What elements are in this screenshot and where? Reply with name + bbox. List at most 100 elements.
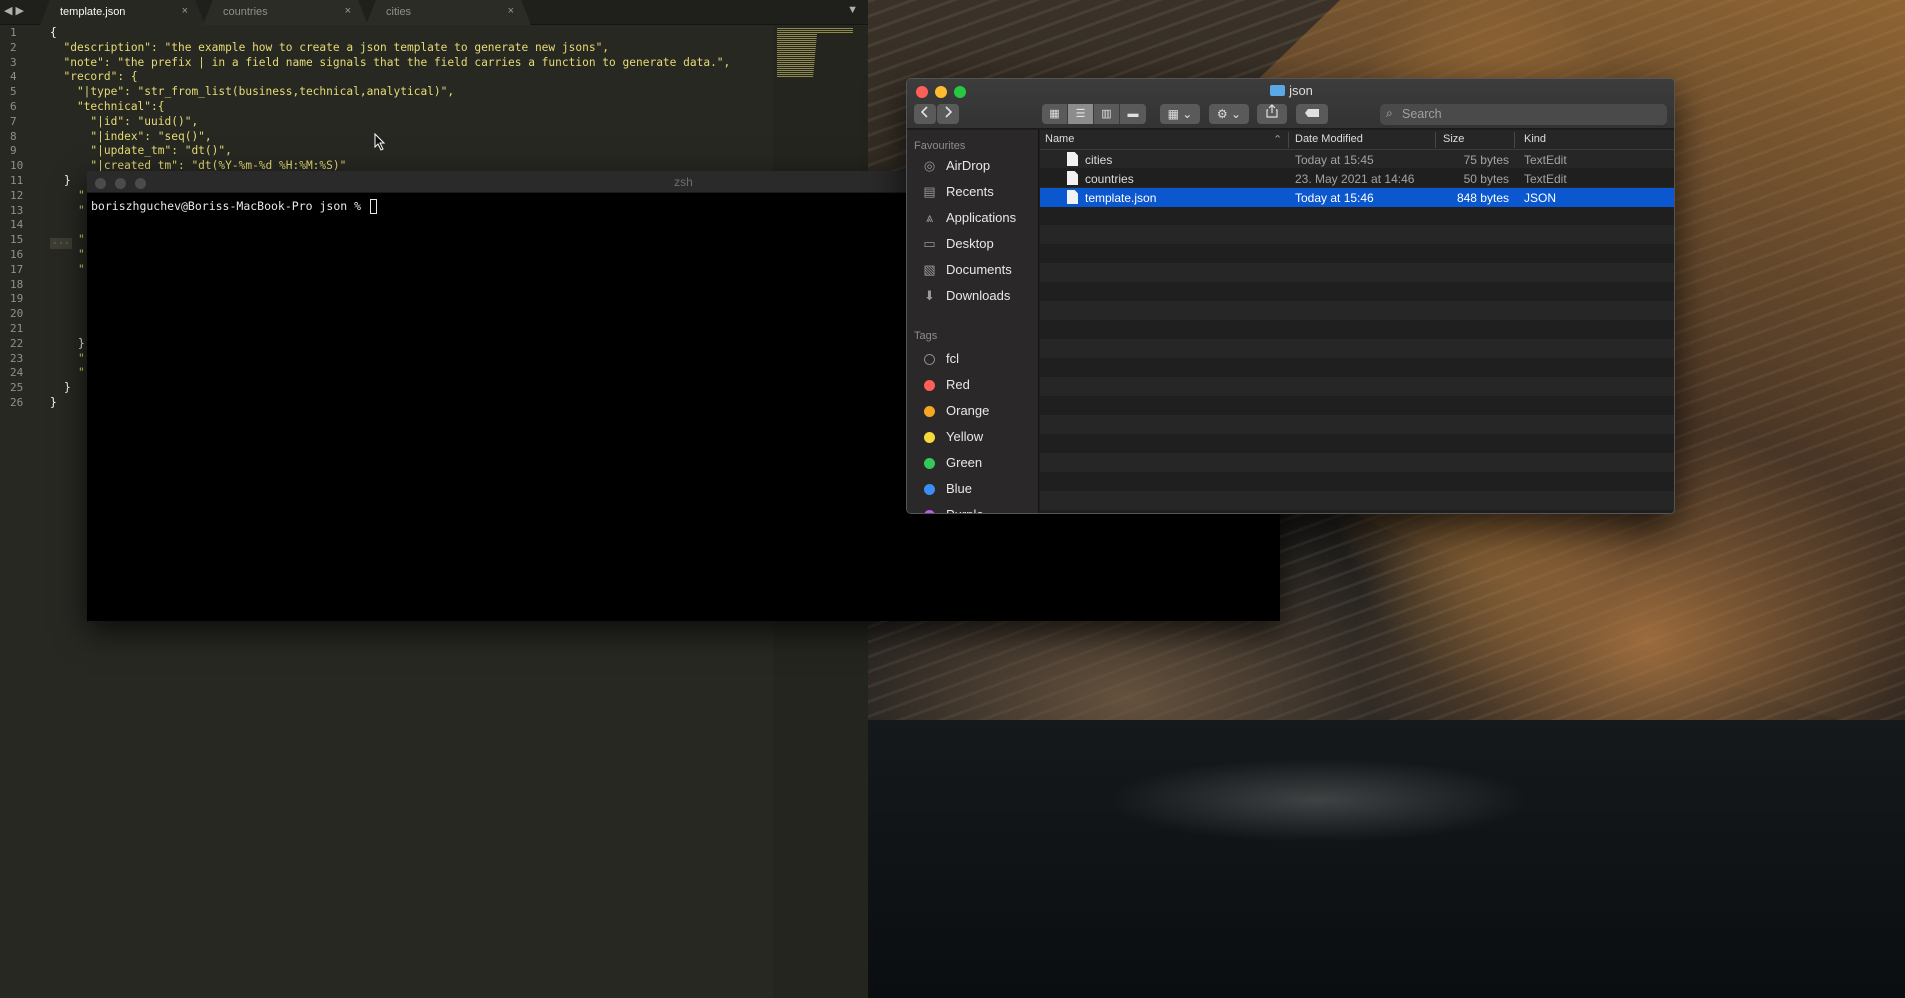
- sidebar-tag-label: Yellow: [946, 429, 984, 444]
- document-icon: [1067, 190, 1078, 204]
- column-divider[interactable]: [1288, 132, 1289, 148]
- file-row[interactable]: cities Today at 15:45 75 bytes TextEdit: [1040, 150, 1674, 169]
- close-tab-icon[interactable]: ×: [182, 5, 188, 17]
- sidebar-item-airdrop[interactable]: ◎ AirDrop: [921, 155, 1036, 177]
- sidebar-tag-label: Blue: [946, 481, 973, 496]
- gear-icon: ⚙ ⌄: [1216, 107, 1242, 121]
- column-kind-header[interactable]: Kind: [1524, 133, 1546, 145]
- sidebar-tag-label: fcl: [946, 351, 959, 366]
- tab-countries[interactable]: countries ×: [203, 0, 368, 25]
- line-number: 13: [10, 203, 24, 217]
- finder-title: json: [907, 83, 1674, 98]
- file-row[interactable]: countries 23. May 2021 at 14:46 50 bytes Te…: [1040, 169, 1674, 188]
- column-divider[interactable]: [1435, 132, 1436, 148]
- column-size-header[interactable]: Size: [1443, 133, 1464, 145]
- document-icon: [1067, 152, 1078, 166]
- file-kind: JSON: [1524, 191, 1557, 205]
- view-mode-selector[interactable]: ▦ ☰ ▥ ▬: [1042, 104, 1146, 124]
- sidebar-tag-label: Purple: [946, 507, 984, 513]
- sidebar-tag-orange[interactable]: Orange: [921, 400, 1036, 422]
- sidebar-item-downloads[interactable]: ⬇ Downloads: [921, 285, 1036, 307]
- sidebar-tag-green[interactable]: Green: [921, 452, 1036, 474]
- gallery-view-icon[interactable]: ▬: [1120, 104, 1146, 124]
- column-divider[interactable]: [1514, 132, 1515, 148]
- tag-color-dot-icon: [924, 432, 935, 443]
- tab-cities[interactable]: cities ×: [366, 0, 531, 25]
- tag-icon: [1305, 109, 1319, 117]
- airdrop-icon: ◎: [923, 158, 936, 173]
- chevron-right-icon: [945, 106, 953, 118]
- group-by-button[interactable]: ▦ ⌄: [1160, 104, 1200, 124]
- line-number: 12: [10, 188, 24, 202]
- finder-window[interactable]: json ▦ ☰ ▥ ▬ ▦ ⌄ ⚙ ⌄ ⌕ Search Favourites…: [906, 78, 1675, 514]
- sidebar-item-label: Recents: [946, 184, 994, 199]
- edit-tags-button[interactable]: [1296, 104, 1328, 124]
- code-fragment: ": [78, 351, 85, 365]
- sort-chevron-icon[interactable]: ⌃: [1273, 133, 1282, 146]
- sidebar-tag-purple[interactable]: Purple: [921, 504, 1036, 513]
- line-number: 4: [10, 70, 17, 84]
- file-date: Today at 15:46: [1295, 191, 1374, 205]
- tag-color-dot-icon: [924, 380, 935, 391]
- column-view-icon[interactable]: ▥: [1094, 104, 1120, 124]
- share-button[interactable]: [1257, 104, 1287, 124]
- line-number: 22: [10, 336, 24, 350]
- icon-view-icon[interactable]: ▦: [1042, 104, 1068, 124]
- sidebar-item-documents[interactable]: ▧ Documents: [921, 259, 1036, 281]
- code-line: "|id": "uuid()",: [50, 114, 199, 128]
- close-tab-icon[interactable]: ×: [345, 5, 351, 17]
- sidebar-item-label: Downloads: [946, 288, 1011, 303]
- file-name: countries: [1085, 172, 1134, 186]
- finder-title-text: json: [1289, 83, 1313, 98]
- tab-list-dropdown-icon[interactable]: ▼: [847, 4, 858, 16]
- code-fragment: ": [78, 248, 85, 261]
- sidebar-item-label: Applications: [946, 210, 1017, 225]
- sidebar-tag-label: Red: [946, 377, 970, 392]
- minimap-lines: [777, 28, 853, 78]
- sidebar-tag-yellow[interactable]: Yellow: [921, 426, 1036, 448]
- line-number: 19: [10, 292, 24, 306]
- tag-color-dot-icon: [924, 354, 935, 365]
- list-view-icon[interactable]: ☰: [1068, 104, 1094, 124]
- sidebar-item-applications[interactable]: ⩓ Applications: [921, 207, 1036, 229]
- file-list-header: Name ⌃ Date Modified Size Kind: [1040, 130, 1674, 150]
- sidebar-item-desktop[interactable]: ▭ Desktop: [921, 233, 1036, 255]
- line-number: 7: [10, 114, 17, 128]
- back-button[interactable]: [914, 104, 936, 124]
- action-button[interactable]: ⚙ ⌄: [1209, 104, 1249, 124]
- line-number: 11: [10, 174, 24, 187]
- file-row[interactable]: template.json Today at 15:46 848 bytes JSON: [1040, 188, 1674, 207]
- document-icon: [1067, 171, 1078, 185]
- applications-icon: ⩓: [925, 210, 934, 225]
- column-date-header[interactable]: Date Modified: [1295, 133, 1363, 145]
- tag-color-dot-icon: [924, 484, 935, 495]
- file-size: 50 bytes: [1463, 172, 1509, 186]
- tab-nav-arrows-icon[interactable]: ◀ ▶: [4, 4, 24, 17]
- code-fragment: }: [78, 336, 85, 350]
- code-fragment: ": [78, 203, 85, 217]
- sidebar-tag-red[interactable]: Red: [921, 374, 1036, 396]
- line-number: 3: [10, 55, 17, 69]
- finder-toolbar: json ▦ ☰ ▥ ▬ ▦ ⌄ ⚙ ⌄ ⌕ Search: [907, 79, 1674, 129]
- line-number: 20: [10, 307, 24, 321]
- column-name-header[interactable]: Name: [1045, 133, 1074, 145]
- line-number: 24: [10, 366, 24, 380]
- tag-color-dot-icon: [924, 510, 935, 513]
- sidebar-tag-blue[interactable]: Blue: [921, 478, 1036, 500]
- code-fragment: }: [64, 174, 71, 187]
- code-fragment: ": [78, 366, 85, 380]
- close-tab-icon[interactable]: ×: [508, 5, 514, 17]
- tab-template-json[interactable]: template.json ×: [40, 0, 205, 25]
- line-number: 25: [10, 381, 24, 395]
- search-placeholder: Search: [1402, 107, 1442, 121]
- sidebar-item-recents[interactable]: ▤ Recents: [921, 181, 1036, 203]
- code-area[interactable]: { "description": "the example how to cre…: [50, 26, 730, 174]
- sidebar-tag-label: Green: [946, 455, 983, 470]
- mouse-pointer-icon: [374, 133, 386, 151]
- shell-prompt: boriszhguchev@Boriss-MacBook-Pro json %: [91, 199, 368, 213]
- sidebar-tag-fcl[interactable]: fcl: [921, 348, 1036, 370]
- forward-button[interactable]: [937, 104, 959, 124]
- search-input[interactable]: ⌕ Search: [1380, 104, 1667, 125]
- line-number: 21: [10, 322, 24, 335]
- fold-marker[interactable]: ···: [50, 238, 73, 249]
